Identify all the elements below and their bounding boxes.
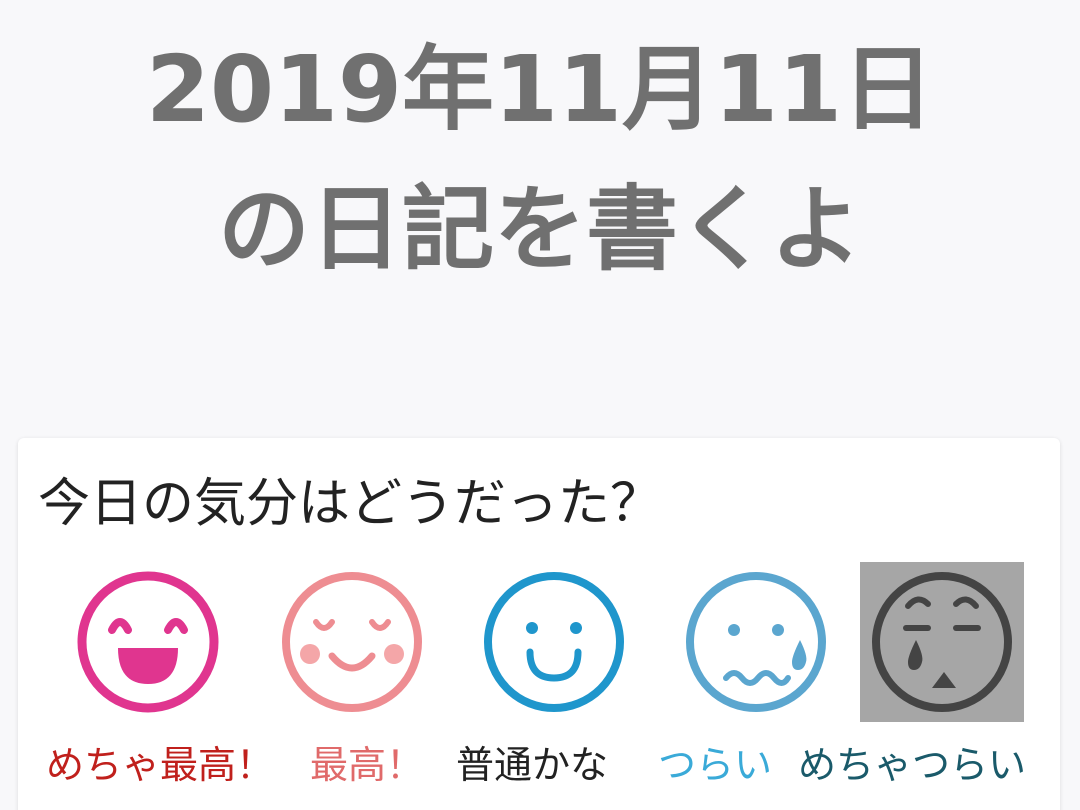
mood-card: 今日の気分はどうだった？ めちゃ最高！ 最高！ 普通かな つらい めちゃつらい: [18, 438, 1060, 810]
mood-face-very-sad[interactable]: [860, 562, 1024, 722]
mood-face-neutral[interactable]: [472, 562, 636, 722]
mood-face-happy[interactable]: [270, 562, 434, 722]
sad-face-icon: [686, 572, 826, 712]
mood-options: めちゃ最高！ 最高！ 普通かな つらい めちゃつらい: [18, 558, 1060, 810]
page-title-date: 2019年11月11日: [145, 36, 935, 143]
page-title: 2019年11月11日 の日記を書くよ: [0, 20, 1080, 300]
mood-option-very-happy[interactable]: めちゃ最高！: [36, 558, 274, 808]
page-title-subtitle: の日記を書くよ: [217, 176, 862, 283]
mood-face-sad[interactable]: [674, 562, 838, 722]
neutral-face-icon: [484, 572, 624, 712]
mood-label-happy: 最高！: [310, 743, 425, 787]
mood-face-very-happy[interactable]: [66, 562, 230, 722]
mood-question: 今日の気分はどうだった？: [38, 474, 663, 534]
very-sad-face-icon: [872, 572, 1012, 712]
happy-face-icon: [282, 572, 422, 712]
mood-label-very-sad: めちゃつらい: [798, 743, 1027, 787]
mood-option-very-sad[interactable]: めちゃつらい: [798, 558, 1030, 808]
mood-option-neutral[interactable]: 普通かな: [442, 558, 642, 808]
mood-label-sad: つらい: [658, 743, 773, 787]
mood-option-happy[interactable]: 最高！: [240, 558, 440, 808]
mood-label-neutral: 普通かな: [456, 743, 609, 787]
very-happy-face-icon: [77, 571, 219, 713]
diary-page: 2019年11月11日 の日記を書くよ 今日の気分はどうだった？ めちゃ最高！: [0, 0, 1080, 810]
